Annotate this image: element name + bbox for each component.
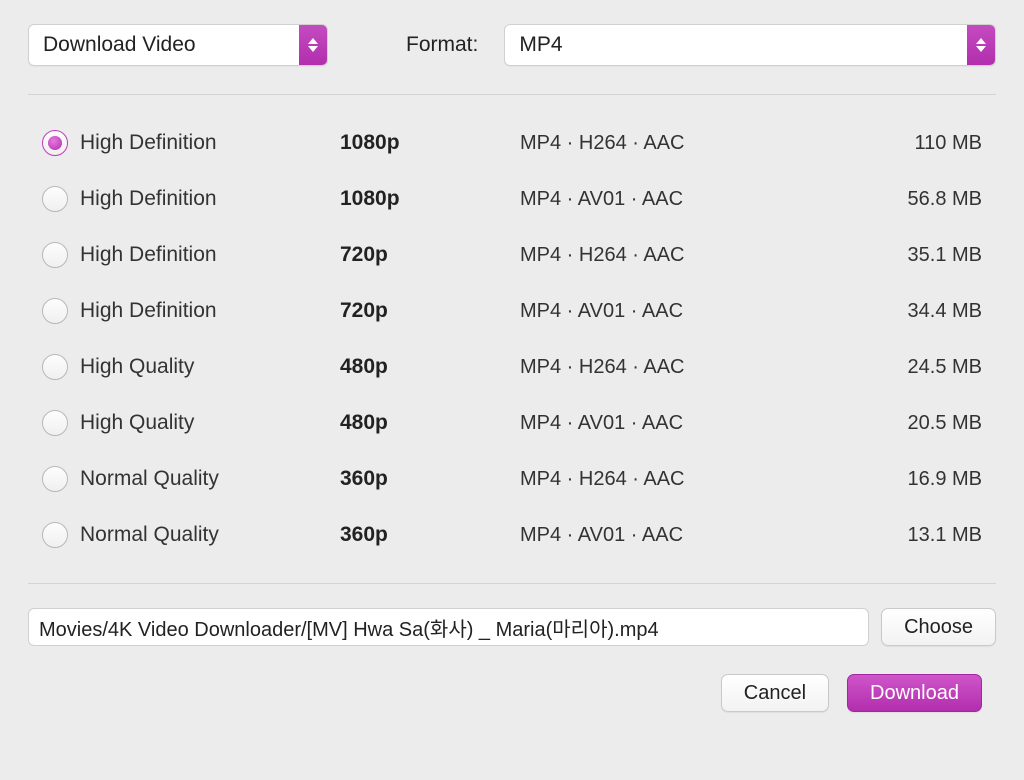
resolution-label: 1080p xyxy=(340,187,520,211)
choose-button[interactable]: Choose xyxy=(881,608,996,646)
codec-label: MP4 · AV01 · AAC xyxy=(520,300,852,323)
format-dropdown-value: MP4 xyxy=(505,33,967,57)
quality-label: High Definition xyxy=(80,131,340,155)
radio-button[interactable] xyxy=(42,130,68,156)
divider xyxy=(28,94,996,95)
size-label: 20.5 MB xyxy=(852,412,982,435)
quality-option-row[interactable]: High Definition1080pMP4 · AV01 · AAC56.8… xyxy=(42,175,982,223)
quality-label: Normal Quality xyxy=(80,523,340,547)
radio-button[interactable] xyxy=(42,410,68,436)
resolution-label: 480p xyxy=(340,355,520,379)
resolution-label: 360p xyxy=(340,467,520,491)
size-label: 34.4 MB xyxy=(852,300,982,323)
save-path-row: Movies/4K Video Downloader/[MV] Hwa Sa(화… xyxy=(28,608,996,646)
resolution-label: 720p xyxy=(340,299,520,323)
quality-label: Normal Quality xyxy=(80,467,340,491)
header-row: Download Video Format: MP4 xyxy=(28,24,996,66)
format-field-label: Format: xyxy=(406,33,478,57)
radio-button[interactable] xyxy=(42,298,68,324)
codec-label: MP4 · AV01 · AAC xyxy=(520,188,852,211)
quality-label: High Quality xyxy=(80,355,340,379)
quality-option-row[interactable]: High Definition720pMP4 · H264 · AAC35.1 … xyxy=(42,231,982,279)
format-dropdown[interactable]: MP4 xyxy=(504,24,996,66)
resolution-label: 360p xyxy=(340,523,520,547)
codec-label: MP4 · AV01 · AAC xyxy=(520,524,852,547)
resolution-label: 480p xyxy=(340,411,520,435)
quality-option-row[interactable]: High Quality480pMP4 · H264 · AAC24.5 MB xyxy=(42,343,982,391)
updown-arrows-icon xyxy=(299,25,327,65)
quality-options-list: High Definition1080pMP4 · H264 · AAC110 … xyxy=(28,119,996,559)
size-label: 16.9 MB xyxy=(852,468,982,491)
radio-button[interactable] xyxy=(42,186,68,212)
codec-label: MP4 · H264 · AAC xyxy=(520,468,852,491)
quality-label: High Definition xyxy=(80,187,340,211)
size-label: 24.5 MB xyxy=(852,356,982,379)
size-label: 110 MB xyxy=(852,132,982,155)
size-label: 13.1 MB xyxy=(852,524,982,547)
action-dropdown-label: Download Video xyxy=(29,33,299,57)
quality-label: High Definition xyxy=(80,243,340,267)
divider xyxy=(28,583,996,584)
cancel-button[interactable]: Cancel xyxy=(721,674,829,712)
quality-option-row[interactable]: Normal Quality360pMP4 · H264 · AAC16.9 M… xyxy=(42,455,982,503)
codec-label: MP4 · H264 · AAC xyxy=(520,132,852,155)
action-dropdown[interactable]: Download Video xyxy=(28,24,328,66)
quality-option-row[interactable]: High Definition1080pMP4 · H264 · AAC110 … xyxy=(42,119,982,167)
updown-arrows-icon xyxy=(967,25,995,65)
codec-label: MP4 · H264 · AAC xyxy=(520,244,852,267)
save-path-input[interactable]: Movies/4K Video Downloader/[MV] Hwa Sa(화… xyxy=(28,608,869,646)
quality-label: High Quality xyxy=(80,411,340,435)
resolution-label: 1080p xyxy=(340,131,520,155)
size-label: 35.1 MB xyxy=(852,244,982,267)
radio-button[interactable] xyxy=(42,466,68,492)
quality-label: High Definition xyxy=(80,299,340,323)
resolution-label: 720p xyxy=(340,243,520,267)
size-label: 56.8 MB xyxy=(852,188,982,211)
quality-option-row[interactable]: Normal Quality360pMP4 · AV01 · AAC13.1 M… xyxy=(42,511,982,559)
codec-label: MP4 · AV01 · AAC xyxy=(520,412,852,435)
quality-option-row[interactable]: High Quality480pMP4 · AV01 · AAC20.5 MB xyxy=(42,399,982,447)
dialog-container: Download Video Format: MP4 High Definiti… xyxy=(0,0,1024,736)
radio-button[interactable] xyxy=(42,242,68,268)
radio-button[interactable] xyxy=(42,354,68,380)
codec-label: MP4 · H264 · AAC xyxy=(520,356,852,379)
quality-option-row[interactable]: High Definition720pMP4 · AV01 · AAC34.4 … xyxy=(42,287,982,335)
radio-button[interactable] xyxy=(42,522,68,548)
download-button[interactable]: Download xyxy=(847,674,982,712)
dialog-buttons: Cancel Download xyxy=(28,674,996,712)
